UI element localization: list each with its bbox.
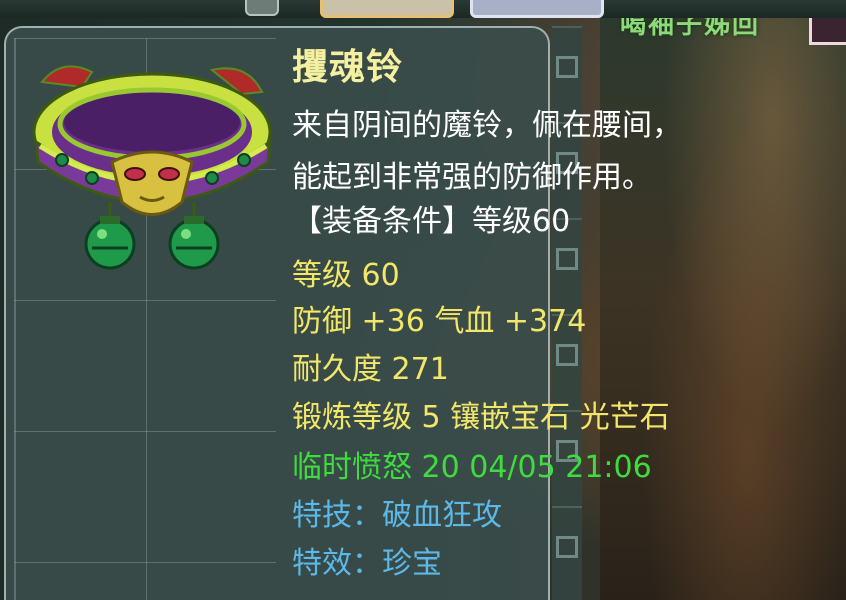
item-description-line-2: 能起到非常强的防御作用。 (292, 160, 652, 195)
toolbar-button-2[interactable] (320, 0, 454, 18)
item-temporary-effect: 临时愤怒 20 04/05 21:06 (292, 450, 652, 485)
item-requirement: 【装备条件】等级60 (292, 204, 571, 239)
item-stats: 防御 +36 气血 +374 (292, 304, 587, 339)
toolbar-button-3[interactable] (470, 0, 604, 18)
waist-bell-item-icon (32, 65, 272, 270)
item-special-effect: 特效：珍宝 (292, 546, 442, 581)
item-durability: 耐久度 271 (292, 352, 449, 387)
border-ornament (556, 248, 578, 270)
game-screen: 喝袖子姊回 攫魂铃 来自阴间的魔铃，佩在腰间， 能起到非常强的防御作用。 【装备… (0, 0, 846, 600)
border-ornament (556, 344, 578, 366)
border-ornament (556, 56, 578, 78)
background-scene (600, 0, 846, 600)
item-name: 攫魂铃 (292, 47, 404, 88)
border-ornament (556, 536, 578, 558)
item-forge-gem: 锻炼等级 5 镶嵌宝石 光芒石 (292, 400, 670, 435)
toolbar-button-1[interactable] (245, 0, 279, 16)
item-special-skill: 特技：破血狂攻 (292, 498, 502, 533)
item-description-line-1: 来自阴间的魔铃，佩在腰间， (292, 108, 682, 143)
item-level: 等级 60 (292, 258, 400, 293)
